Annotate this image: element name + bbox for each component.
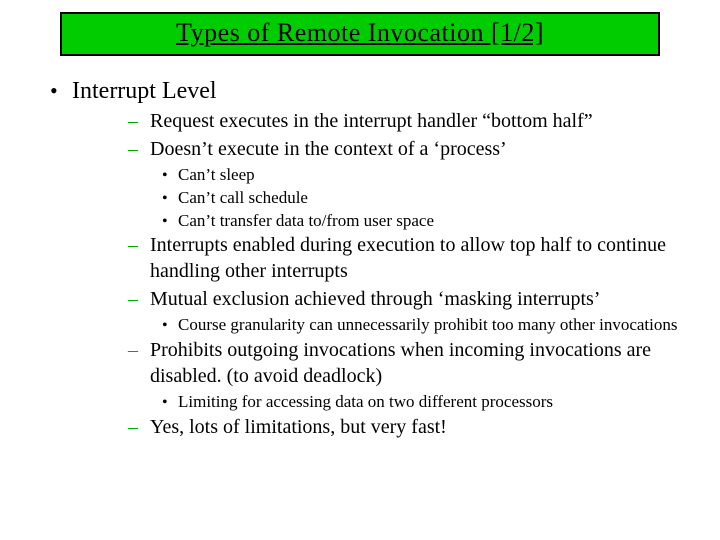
bullet-dot-icon: • <box>162 394 178 412</box>
level3-list: • Course granularity can unnecessarily p… <box>162 314 700 336</box>
level2-list: – Request executes in the interrupt hand… <box>128 109 700 441</box>
bullet-dot-icon: • <box>50 78 72 104</box>
level2-text: Yes, lots of limitations, but very fast! <box>150 415 700 441</box>
dash-icon: – <box>128 235 150 255</box>
level1-item: • Interrupt Level – Request executes in … <box>50 78 700 441</box>
bullet-dot-icon: • <box>162 317 178 335</box>
dash-icon: – <box>128 139 150 159</box>
level2-item: – Request executes in the interrupt hand… <box>128 109 700 135</box>
dash-icon: – <box>128 340 150 360</box>
level3-text: Can’t sleep <box>178 164 700 186</box>
level2-text: Mutual exclusion achieved through ‘maski… <box>150 287 700 313</box>
title-banner: Types of Remote Invocation [1/2] <box>60 12 660 56</box>
level2-item: – Mutual exclusion achieved through ‘mas… <box>128 287 700 313</box>
level2-item: – Doesn’t execute in the context of a ‘p… <box>128 137 700 163</box>
level3-text: Course granularity can unnecessarily pro… <box>178 314 700 336</box>
level2-text: Interrupts enabled during execution to a… <box>150 233 700 284</box>
level3-item: • Can’t sleep <box>162 164 700 186</box>
bullet-dot-icon: • <box>162 190 178 208</box>
level2-item: – Prohibits outgoing invocations when in… <box>128 338 700 389</box>
level3-item: • Limiting for accessing data on two dif… <box>162 391 700 413</box>
level2-item: – Yes, lots of limitations, but very fas… <box>128 415 700 441</box>
level3-list: • Limiting for accessing data on two dif… <box>162 391 700 413</box>
level3-item: • Can’t call schedule <box>162 187 700 209</box>
level3-text: Limiting for accessing data on two diffe… <box>178 391 700 413</box>
level2-text: Request executes in the interrupt handle… <box>150 109 700 135</box>
dash-icon: – <box>128 417 150 437</box>
dash-icon: – <box>128 289 150 309</box>
dash-icon: – <box>128 111 150 131</box>
level3-item: • Course granularity can unnecessarily p… <box>162 314 700 336</box>
level3-text: Can’t transfer data to/from user space <box>178 210 700 232</box>
level3-item: • Can’t transfer data to/from user space <box>162 210 700 232</box>
level1-text: Interrupt Level <box>72 78 217 105</box>
level2-item: – Interrupts enabled during execution to… <box>128 233 700 284</box>
level2-text: Prohibits outgoing invocations when inco… <box>150 338 700 389</box>
slide-title: Types of Remote Invocation [1/2] <box>176 18 544 47</box>
bullet-dot-icon: • <box>162 213 178 231</box>
level3-list: • Can’t sleep • Can’t call schedule • Ca… <box>162 164 700 231</box>
level3-text: Can’t call schedule <box>178 187 700 209</box>
level2-text: Doesn’t execute in the context of a ‘pro… <box>150 137 700 163</box>
bullet-dot-icon: • <box>162 167 178 185</box>
slide: Types of Remote Invocation [1/2] • Inter… <box>0 0 720 457</box>
